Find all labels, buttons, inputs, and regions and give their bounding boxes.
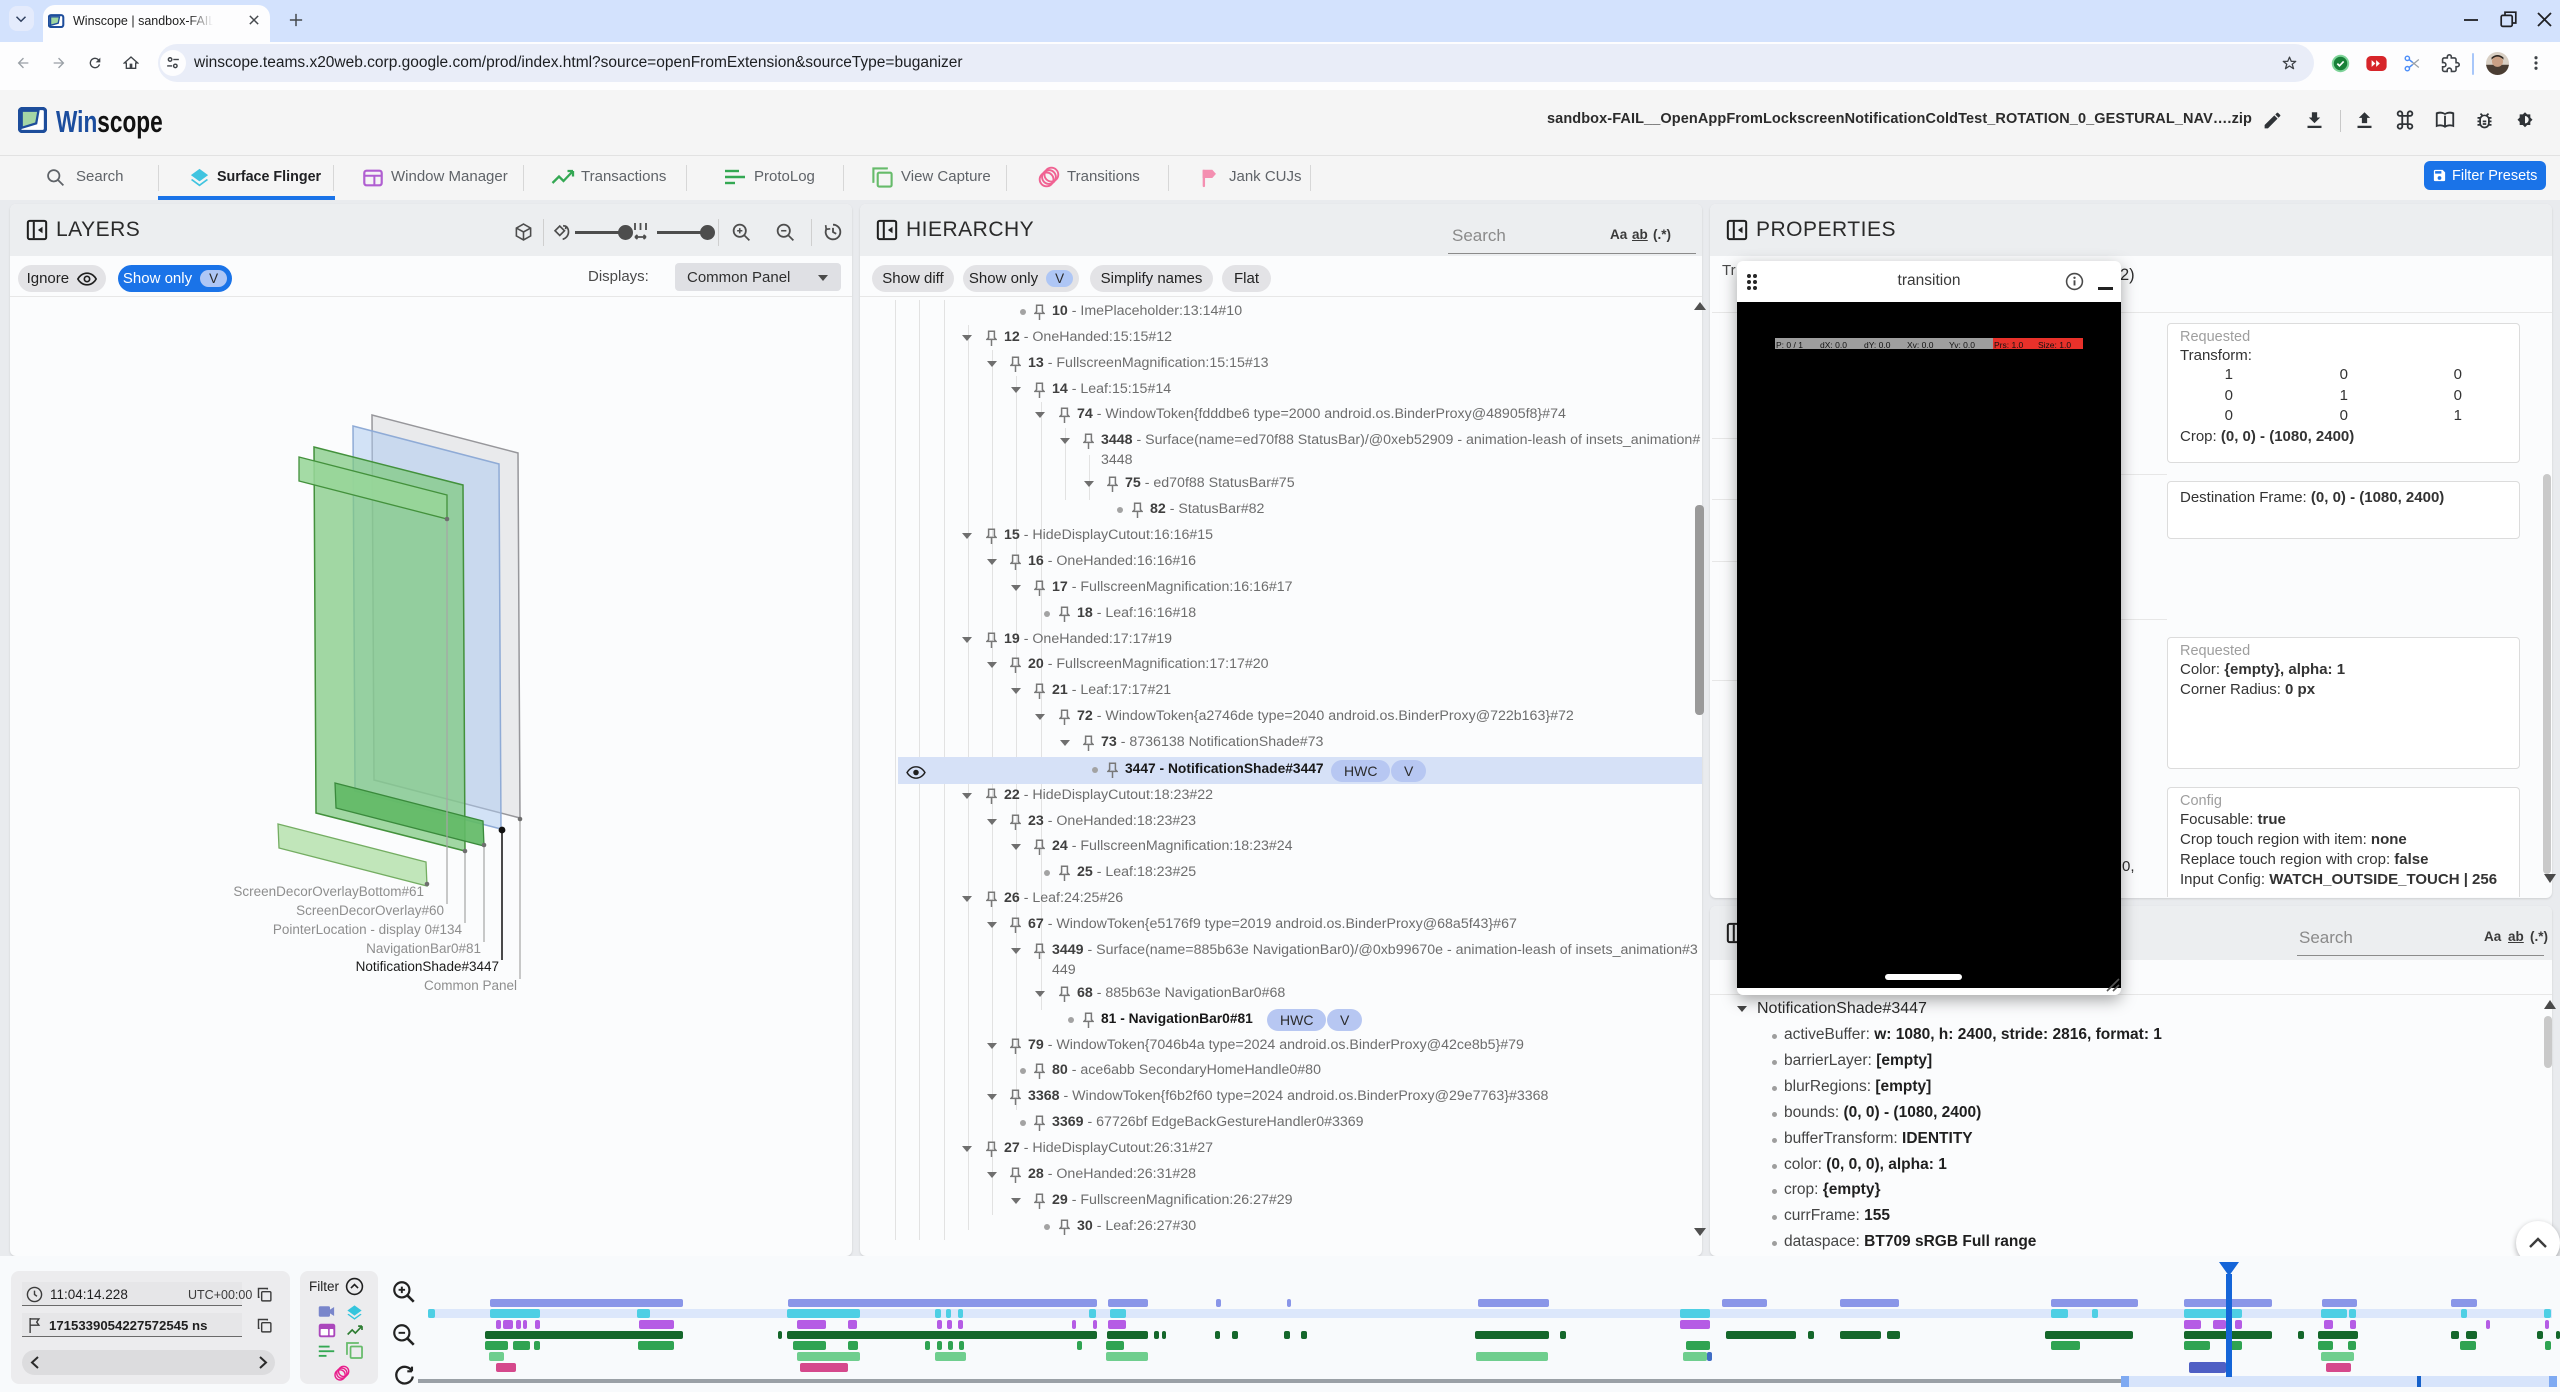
- svg-text:ScreenDecorOverlayBottom#61: ScreenDecorOverlayBottom#61: [233, 884, 424, 899]
- svg-text:NotificationShade#3447: NotificationShade#3447: [356, 959, 499, 974]
- svg-text:PointerLocation - display 0#13: PointerLocation - display 0#134: [273, 922, 463, 937]
- svg-text:Common Panel: Common Panel: [424, 978, 517, 993]
- svg-text:NavigationBar0#81: NavigationBar0#81: [366, 941, 481, 956]
- svg-text:ScreenDecorOverlay#60: ScreenDecorOverlay#60: [296, 903, 444, 918]
